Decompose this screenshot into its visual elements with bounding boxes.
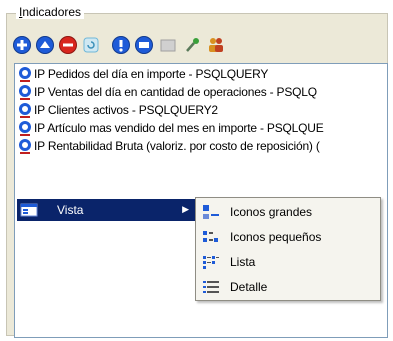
indicator-icon bbox=[19, 85, 31, 100]
key-icon bbox=[186, 38, 199, 52]
up-button[interactable] bbox=[35, 35, 55, 55]
list-item[interactable]: IP Ventas del día en cantidad de operaci… bbox=[15, 83, 387, 101]
disabled-icon bbox=[160, 39, 176, 52]
add-button[interactable] bbox=[12, 35, 32, 55]
info-button[interactable] bbox=[111, 35, 131, 55]
list-item[interactable]: IP Pedidos del día en importe - PSQLQUER… bbox=[15, 65, 387, 83]
add-icon bbox=[17, 40, 27, 50]
submenu-item-list[interactable]: Lista bbox=[198, 250, 378, 274]
indicator-icon bbox=[19, 139, 31, 154]
remove-button[interactable] bbox=[58, 35, 78, 55]
menu-item-vista[interactable]: Vista ▶ bbox=[17, 199, 195, 221]
small-icons-icon bbox=[203, 231, 218, 242]
users-icon bbox=[209, 38, 223, 52]
up-icon bbox=[40, 41, 50, 48]
list-view-icon bbox=[203, 256, 219, 269]
vista-submenu: Iconos grandes Iconos pequeños Lista Det… bbox=[195, 197, 381, 301]
large-icons-icon bbox=[203, 205, 219, 219]
key-button[interactable] bbox=[183, 35, 203, 55]
indicator-icon bbox=[19, 121, 31, 136]
info-icon bbox=[119, 40, 123, 52]
details-view-icon bbox=[203, 281, 219, 293]
disabled-button[interactable] bbox=[158, 35, 178, 55]
users-button[interactable] bbox=[206, 35, 226, 55]
indicator-icon bbox=[19, 103, 31, 118]
group-title: Indicadores bbox=[16, 5, 85, 19]
refresh-button[interactable] bbox=[81, 35, 101, 55]
view-window-icon bbox=[20, 203, 38, 217]
list-item[interactable]: IP Clientes activos - PSQLQUERY2 bbox=[15, 101, 387, 119]
list-item[interactable]: IP Artículo mas vendido del mes en impor… bbox=[15, 119, 387, 137]
submenu-item-small-icons[interactable]: Iconos pequeños bbox=[198, 225, 378, 249]
list-item[interactable]: IP Rentabilidad Bruta (valoriz. por cost… bbox=[15, 137, 387, 155]
options-icon bbox=[139, 42, 149, 48]
indicator-icon bbox=[19, 67, 31, 82]
submenu-item-large-icons[interactable]: Iconos grandes bbox=[198, 200, 378, 224]
submenu-arrow-icon: ▶ bbox=[182, 204, 189, 214]
refresh-icon bbox=[83, 37, 99, 53]
remove-icon bbox=[63, 43, 73, 47]
submenu-item-details[interactable]: Detalle bbox=[198, 275, 378, 299]
options-button[interactable] bbox=[134, 35, 154, 55]
toolbar bbox=[10, 33, 386, 59]
